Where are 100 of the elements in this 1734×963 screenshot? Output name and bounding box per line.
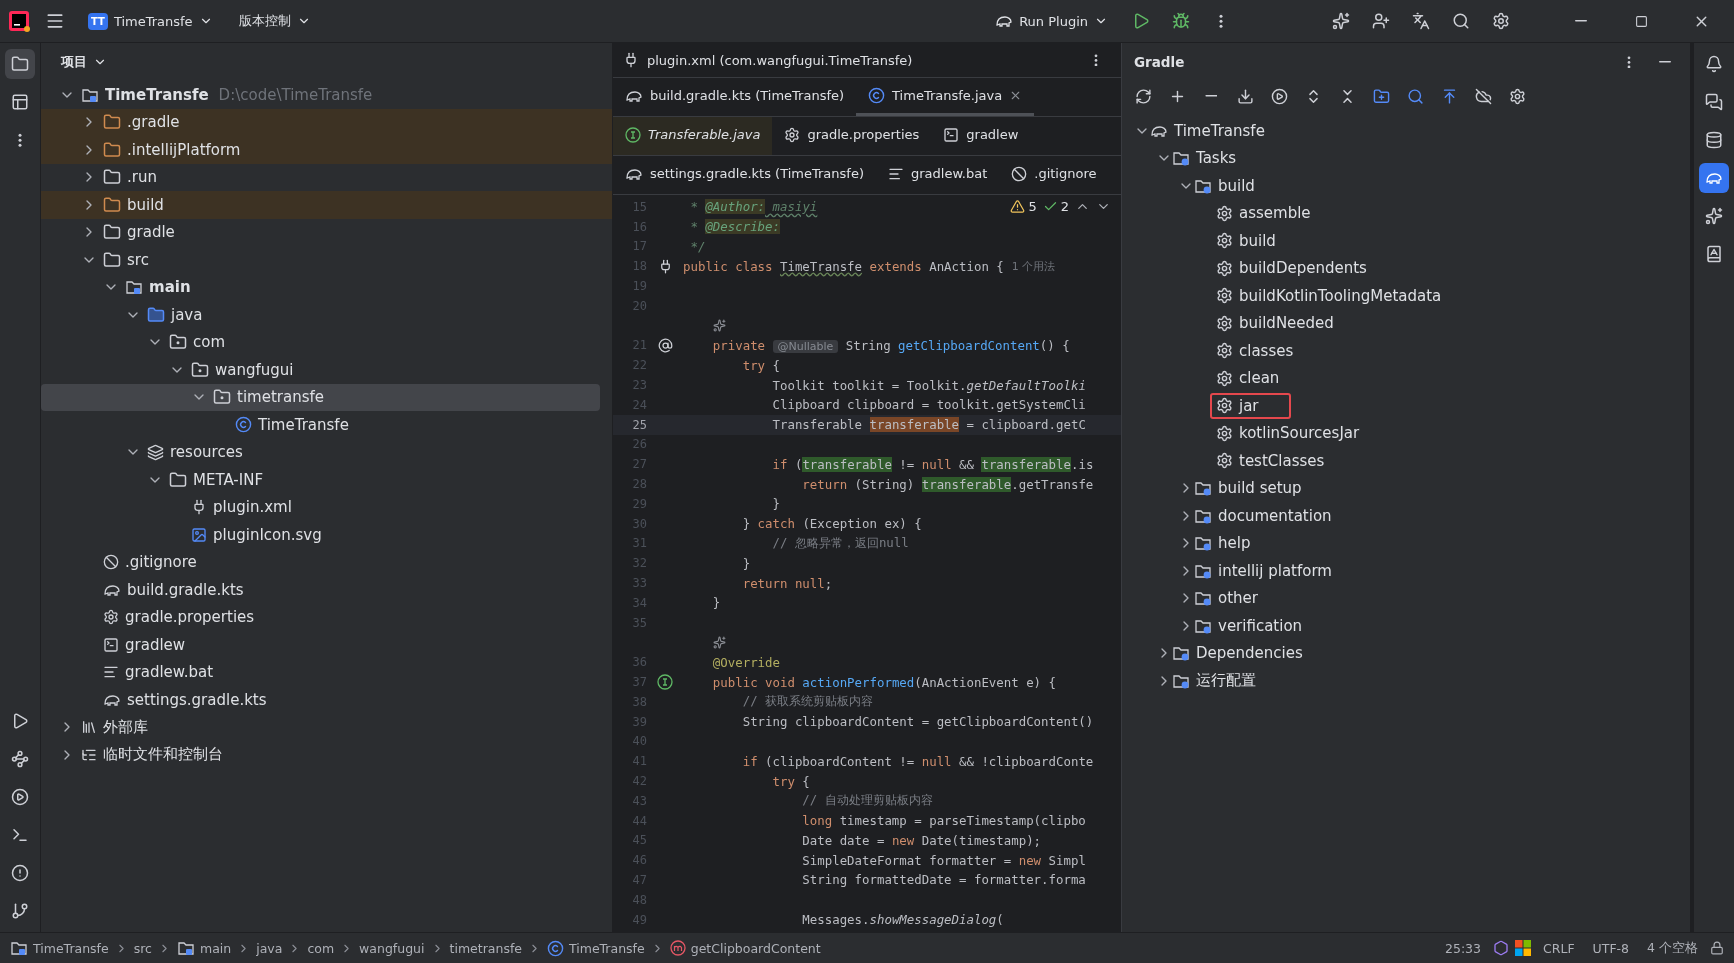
gradle-tree-item[interactable]: clean: [1210, 365, 1312, 392]
tree-item[interactable]: build: [41, 191, 612, 219]
gradle-tree-item[interactable]: testClasses: [1210, 447, 1357, 474]
folder-icon: [103, 195, 121, 214]
gradle-tree-item[interactable]: build: [1210, 227, 1308, 254]
gradle-tree-item[interactable]: build: [1188, 172, 1287, 199]
warning-count[interactable]: 5: [1010, 199, 1037, 214]
tree-item[interactable]: 外部库: [41, 713, 612, 741]
run-icon: [11, 712, 29, 730]
file-encoding[interactable]: UTF-8: [1586, 940, 1636, 956]
vcs-menu[interactable]: 版本控制: [230, 8, 319, 34]
offline-icon: [1474, 87, 1492, 105]
elephant-tool-button[interactable]: [1699, 163, 1729, 193]
weak-warning-count[interactable]: 2: [1042, 199, 1069, 214]
tree-item[interactable]: settings.gradle.kts: [41, 686, 612, 714]
code-line: public class TimeTransfe extends AnAction {: [683, 258, 1004, 274]
code-line: // 忽略异常，返回null: [771, 534, 909, 552]
indent-setting[interactable]: 4 个空格: [1641, 939, 1704, 957]
gradle-tree-item[interactable]: classes: [1210, 337, 1326, 364]
tree-item[interactable]: java: [41, 301, 612, 329]
tree-item[interactable]: gradle: [41, 218, 612, 246]
tree-item[interactable]: META-INF: [41, 466, 612, 494]
tree-item[interactable]: timetransfe: [41, 383, 600, 411]
plug-icon: [623, 52, 639, 68]
cursor-position[interactable]: 25:33: [1439, 940, 1488, 956]
user-add-icon: [1372, 12, 1390, 30]
tree-item[interactable]: .intellijPlatform: [41, 136, 612, 164]
editor-tab[interactable]: gradlew: [931, 117, 1031, 155]
breadcrumb-item[interactable]: TimeTransfe: [10, 939, 109, 957]
gradle-tree-item[interactable]: Tasks: [1166, 145, 1269, 172]
at-sign-icon[interactable]: [657, 337, 673, 353]
tree-item[interactable]: .run: [41, 163, 612, 191]
module-folder-icon: [176, 939, 195, 957]
editor-tab[interactable]: build.gradle.kts (TimeTransfe): [613, 78, 857, 116]
hexagon-icon[interactable]: [1493, 940, 1510, 956]
module-folder-icon: [10, 939, 28, 957]
sparkles-icon: [1705, 207, 1723, 225]
tree-item[interactable]: gradlew: [41, 631, 612, 659]
tree-item[interactable]: plugin.xml: [41, 493, 612, 521]
gradle-tree-item[interactable]: other: [1188, 585, 1290, 612]
line-separator[interactable]: CRLF: [1537, 940, 1581, 956]
tree-item[interactable]: gradle.properties: [41, 603, 612, 631]
tree-item[interactable]: main: [41, 273, 612, 301]
breadcrumb-item[interactable]: TimeTransfe: [547, 939, 645, 957]
editor-tab[interactable]: settings.gradle.kts (TimeTransfe): [613, 156, 876, 194]
tree-item[interactable]: 临时文件和控制台: [41, 741, 612, 769]
breadcrumb-item[interactable]: timetransfe: [449, 940, 522, 956]
folder-tool-button[interactable]: [5, 49, 35, 79]
breadcrumb-item[interactable]: wangfugui: [359, 940, 425, 956]
gradle-tree-item[interactable]: build setup: [1188, 475, 1334, 502]
task-folder-icon: [1194, 534, 1212, 553]
gradle-tree-item[interactable]: verification: [1188, 612, 1335, 639]
editor-tab[interactable]: TimeTransfe.java: [856, 78, 1035, 116]
task-folder-icon: [1172, 644, 1190, 663]
gradle-tree-item[interactable]: 运行配置: [1166, 667, 1288, 695]
breadcrumb-item[interactable]: main: [176, 939, 232, 957]
lock-icon[interactable]: [1710, 941, 1724, 955]
gradle-tree-item[interactable]: jar: [1210, 392, 1291, 419]
sparkles-icon[interactable]: [713, 319, 726, 333]
gradle-tree-item[interactable]: help: [1188, 530, 1283, 557]
editor-tab[interactable]: .gitignore: [999, 156, 1109, 194]
tree-item[interactable]: src: [41, 246, 612, 274]
tree-item[interactable]: build.gradle.kts: [41, 576, 612, 604]
project-selector[interactable]: TT TimeTransfe: [80, 8, 221, 34]
gradle-tree-item[interactable]: Dependencies: [1166, 640, 1335, 667]
breadcrumb-item[interactable]: src: [133, 940, 152, 956]
gradle-tree-item[interactable]: buildNeeded: [1210, 310, 1366, 337]
tree-item[interactable]: pluginIcon.svg: [41, 521, 612, 549]
gradle-tree-item[interactable]: TimeTransfe: [1144, 117, 1297, 144]
breadcrumb-item[interactable]: com: [307, 940, 335, 956]
tree-item[interactable]: TimeTransfe: [41, 411, 612, 439]
tree-item[interactable]: TimeTransfe D:\code\TimeTransfe: [41, 81, 612, 109]
tree-item[interactable]: gradlew.bat: [41, 658, 612, 686]
gradle-tree-item[interactable]: buildDependents: [1210, 255, 1399, 282]
gradle-tree-item[interactable]: intellij platform: [1188, 557, 1364, 584]
folder-icon: [103, 250, 121, 269]
tree-item[interactable]: com: [41, 328, 612, 356]
editor-tab[interactable]: gradle.properties: [772, 117, 932, 155]
implements-icon[interactable]: [657, 674, 673, 690]
gradle-tree-item[interactable]: assemble: [1210, 200, 1343, 227]
chat-icon: [1705, 93, 1723, 111]
gear-icon: [1216, 397, 1233, 415]
editor-tab[interactable]: gradlew.bat: [875, 156, 1000, 194]
breadcrumb-item[interactable]: getClipboardContent: [669, 940, 821, 956]
plug-icon: [191, 499, 207, 516]
project-view-selector[interactable]: 项目: [53, 49, 115, 75]
gradle-tree-item[interactable]: kotlinSourcesJar: [1210, 420, 1392, 447]
editor-tab[interactable]: Transferable.java: [613, 117, 773, 155]
run-config-selector[interactable]: Run Plugin: [987, 8, 1116, 34]
tree-item[interactable]: resources: [41, 438, 612, 466]
sparkles-icon[interactable]: [713, 635, 726, 649]
usage-hint[interactable]: 1 个用法: [1011, 258, 1056, 274]
tree-item[interactable]: .gitignore: [41, 548, 612, 576]
breadcrumb-item[interactable]: java: [256, 940, 283, 956]
gradle-tree-item[interactable]: buildKotlinToolingMetadata: [1210, 282, 1474, 309]
tree-item[interactable]: .gradle: [41, 108, 612, 136]
app-logo[interactable]: [8, 10, 30, 32]
gradle-tree-item[interactable]: documentation: [1188, 502, 1364, 529]
windows-logo-icon[interactable]: [1515, 940, 1532, 956]
tree-item[interactable]: wangfugui: [41, 356, 612, 384]
